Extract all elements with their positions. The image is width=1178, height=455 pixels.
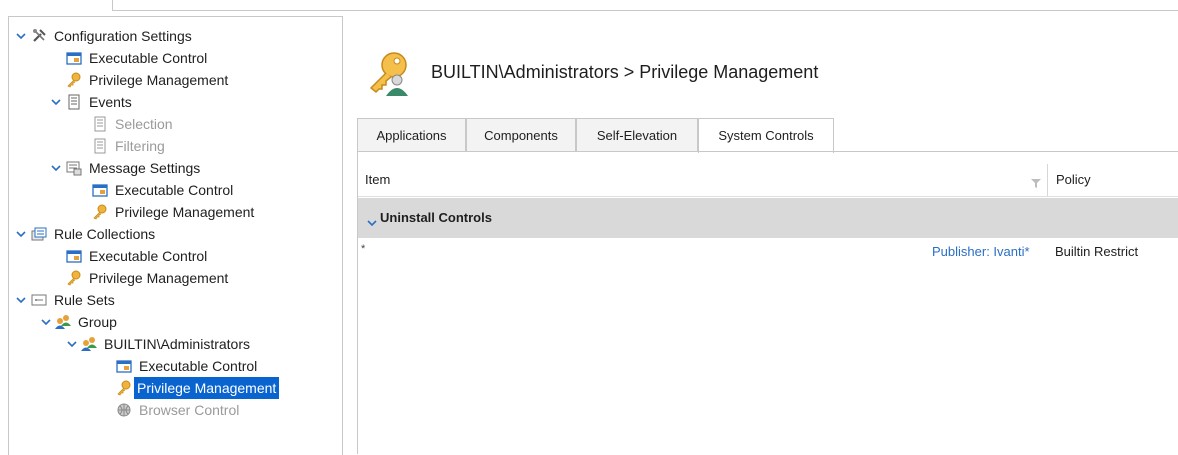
tab-system-controls[interactable]: System Controls [698,118,834,153]
tree-item-builtin-administrators[interactable]: BUILTIN\Administrators [15,333,335,355]
privilege-key-icon [92,204,108,220]
tree-item-label: Privilege Management [89,270,229,286]
privilege-key-icon [116,380,132,396]
rule-collections-icon [31,226,47,242]
chevron-down-icon[interactable] [15,223,27,245]
table-row[interactable]: * Publisher: Ivanti* Builtin Restrict [358,240,1178,264]
browser-globe-icon [116,402,132,418]
tree-item-rule-collections[interactable]: Rule Collections [15,223,335,245]
top-tab-strip [0,0,1178,11]
tab-applications[interactable]: Applications [357,118,466,151]
navigation-tree[interactable]: Configuration Settings Executable Contro… [8,16,343,455]
tree-item-privilege-management[interactable]: Privilege Management [15,201,335,223]
message-settings-icon [66,160,82,176]
tree-item-label: Executable Control [89,50,208,66]
tree-item-rule-sets[interactable]: Rule Sets [15,289,335,311]
privilege-key-icon [66,270,82,286]
top-tab-stub[interactable] [0,0,113,11]
top-divider [112,10,1178,11]
tree-item-label: Group [78,314,117,330]
tree-item-label: Executable Control [139,358,258,374]
tree-item-executable-control[interactable]: Executable Control [15,47,335,69]
chevron-down-icon[interactable] [367,214,377,230]
item-cell: * [361,243,366,255]
column-divider[interactable] [1047,164,1048,196]
chevron-down-icon[interactable] [50,157,62,179]
tree-item-label: Privilege Management [115,204,255,220]
chevron-down-icon[interactable] [40,311,52,333]
tree-item-label: Filtering [115,138,165,154]
executable-control-icon [66,50,82,66]
tab-self-elevation[interactable]: Self-Elevation [576,118,698,151]
tree-item-label: Executable Control [115,182,234,198]
tree-item-label: Message Settings [89,160,201,176]
system-controls-grid[interactable]: Item Policy Uninstall Controls * Publish… [357,152,1178,454]
tree-item-label: Events [89,94,132,110]
chevron-down-icon[interactable] [15,25,27,47]
group-label: Uninstall Controls [380,210,492,225]
document-icon [92,138,108,154]
executable-control-icon [92,182,108,198]
privilege-key-icon [66,72,82,88]
document-icon [92,116,108,132]
publisher-cell[interactable]: Publisher: Ivanti* [932,244,1030,259]
tree-item-privilege-management-selected[interactable]: Privilege Management [15,377,335,399]
filter-icon[interactable] [1031,175,1041,191]
privilege-management-key-user-icon [368,50,412,96]
tree-item-executable-control[interactable]: Executable Control [15,179,335,201]
tree-item-configuration-settings[interactable]: Configuration Settings [15,25,335,47]
page-title: BUILTIN\Administrators > Privilege Manag… [431,62,819,82]
rule-sets-icon [31,292,47,308]
tree-item-message-settings[interactable]: Message Settings [15,157,335,179]
tree-item-events[interactable]: Events [15,91,335,113]
tree-item-label: Configuration Settings [54,28,192,44]
tree-item-label: Rule Collections [54,226,156,242]
chevron-down-icon[interactable] [15,289,27,311]
group-row-uninstall-controls[interactable]: Uninstall Controls [358,198,1178,238]
tree-item-filtering[interactable]: Filtering [15,135,335,157]
tab-components[interactable]: Components [466,118,576,151]
tree-item-label: Selection [115,116,173,132]
group-users-icon [55,314,71,330]
tree-item-executable-control[interactable]: Executable Control [15,355,335,377]
tree-item-group[interactable]: Group [15,311,335,333]
tree-item-label: Executable Control [89,248,208,264]
events-document-icon [66,94,82,110]
tree-item-selection[interactable]: Selection [15,113,335,135]
tree-item-label: Rule Sets [54,292,115,308]
tree-item-executable-control[interactable]: Executable Control [15,245,335,267]
tree-item-browser-control[interactable]: Browser Control [15,399,335,421]
chevron-down-icon[interactable] [50,91,62,113]
column-header-item[interactable]: Item [365,172,390,187]
executable-control-icon [116,358,132,374]
group-users-icon [81,336,97,352]
chevron-down-icon[interactable] [66,333,78,355]
tree-item-label: Privilege Management [89,72,229,88]
grid-header: Item Policy [358,164,1178,197]
tools-icon [31,28,47,44]
tree-item-label: BUILTIN\Administrators [104,336,250,352]
executable-control-icon [66,248,82,264]
column-header-policy[interactable]: Policy [1056,172,1091,187]
tree-item-privilege-management[interactable]: Privilege Management [15,267,335,289]
tree-item-label: Privilege Management [134,377,280,399]
tree-item-privilege-management[interactable]: Privilege Management [15,69,335,91]
policy-cell: Builtin Restrict [1055,244,1139,259]
tree-item-label: Browser Control [139,402,240,418]
